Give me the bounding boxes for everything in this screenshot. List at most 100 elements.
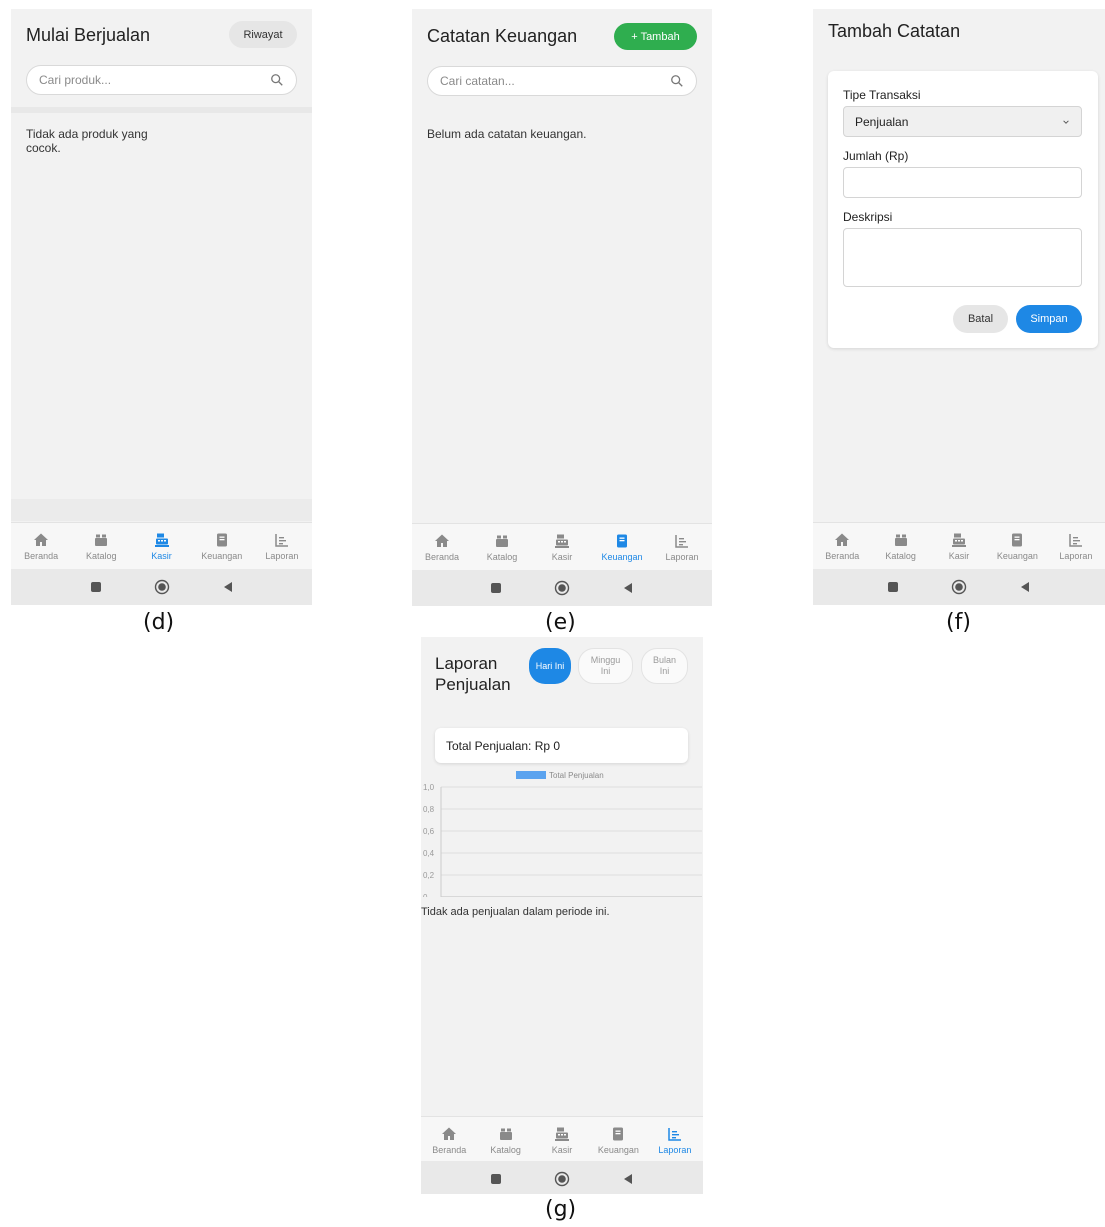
system-nav-bar xyxy=(412,570,712,606)
search-input[interactable]: Cari produk... xyxy=(26,65,297,95)
type-value: Penjualan xyxy=(855,114,909,129)
search-icon xyxy=(671,75,683,87)
nav-item-label: Laporan xyxy=(658,1144,692,1155)
type-label: Tipe Transaksi xyxy=(843,88,921,102)
legend-label: Total Penjualan xyxy=(549,771,604,780)
nav-item-kasir[interactable]: Kasir xyxy=(534,1117,590,1163)
nav-item-laporan[interactable]: Laporan xyxy=(647,1117,703,1163)
y-tick-label: 0,2 xyxy=(423,871,435,880)
home-icon xyxy=(441,1126,457,1145)
nav-item-katalog[interactable]: Katalog xyxy=(71,523,131,569)
home-button-icon[interactable] xyxy=(951,579,967,595)
recent-apps-icon[interactable] xyxy=(887,581,899,593)
y-tick-label: 1,0 xyxy=(423,783,435,792)
recent-apps-icon[interactable] xyxy=(490,1173,502,1185)
cash-register-icon xyxy=(554,533,570,552)
back-icon[interactable] xyxy=(1019,581,1031,593)
form-card: Tipe Transaksi Penjualan Jumlah (Rp) Des… xyxy=(828,71,1098,348)
amount-input[interactable] xyxy=(843,167,1082,198)
nav-item-kasir[interactable]: Kasir xyxy=(532,524,592,570)
search-input[interactable]: Cari catatan... xyxy=(427,66,697,96)
save-button[interactable]: Simpan xyxy=(1016,305,1082,333)
nav-item-beranda[interactable]: Beranda xyxy=(11,523,71,569)
empty-message: Tidak ada penjualan dalam periode ini. xyxy=(421,906,610,918)
nav-item-label: Katalog xyxy=(490,1144,521,1155)
bottom-nav: Beranda Katalog Kasir Keuangan Laporan xyxy=(813,522,1105,569)
nav-item-kasir[interactable]: Kasir xyxy=(131,523,191,569)
page-title: Mulai Berjualan xyxy=(26,25,151,45)
nav-item-beranda[interactable]: Beranda xyxy=(813,523,871,569)
nav-item-label: Katalog xyxy=(486,551,518,562)
description-textarea[interactable] xyxy=(843,228,1082,287)
nav-item-label: Keuangan xyxy=(996,550,1038,561)
caption-g: (g) xyxy=(545,1197,577,1222)
home-button-icon[interactable] xyxy=(554,580,570,596)
caption-d: (d) xyxy=(143,610,175,635)
period-week[interactable]: Minggu Ini xyxy=(578,648,633,684)
cash-register-icon xyxy=(951,532,967,551)
total-card: Total Penjualan: Rp 0 xyxy=(435,728,688,763)
type-select[interactable]: Penjualan xyxy=(843,106,1082,137)
y-tick-label: 0,6 xyxy=(423,827,435,836)
cash-register-icon xyxy=(554,1126,570,1145)
recent-apps-icon[interactable] xyxy=(90,581,102,593)
period-today[interactable]: Hari Ini xyxy=(529,648,571,684)
search-icon xyxy=(271,74,283,86)
nav-item-kasir[interactable]: Kasir xyxy=(930,523,988,569)
nav-item-laporan[interactable]: Laporan xyxy=(1047,523,1105,569)
search-placeholder: Cari produk... xyxy=(39,73,112,87)
page-title: Catatan Keuangan xyxy=(427,26,578,46)
back-icon[interactable] xyxy=(622,1173,634,1185)
nav-item-label: Kasir xyxy=(551,551,573,562)
home-button-icon[interactable] xyxy=(554,1171,570,1187)
amount-label: Jumlah (Rp) xyxy=(843,149,909,163)
nav-item-katalog[interactable]: Katalog xyxy=(472,524,532,570)
box-icon xyxy=(498,1126,514,1145)
bottom-nav: Beranda Katalog Kasir Keuangan Laporan xyxy=(11,522,312,569)
nav-item-label: Laporan xyxy=(665,551,699,562)
y-tick-label: 0,4 xyxy=(423,849,435,858)
nav-item-label: Katalog xyxy=(885,550,916,561)
chart-icon xyxy=(1068,532,1084,551)
nav-item-laporan[interactable]: Laporan xyxy=(252,523,312,569)
nav-item-keuangan[interactable]: Keuangan xyxy=(590,1117,646,1163)
nav-item-laporan[interactable]: Laporan xyxy=(652,524,712,570)
total-sales: Total Penjualan: Rp 0 xyxy=(446,738,561,753)
recent-apps-icon[interactable] xyxy=(490,582,502,594)
nav-item-keuangan[interactable]: Keuangan xyxy=(592,524,652,570)
header-divider xyxy=(11,107,312,113)
back-icon[interactable] xyxy=(222,581,234,593)
home-button-icon[interactable] xyxy=(154,579,170,595)
system-nav-bar xyxy=(11,569,312,605)
caption-f: (f) xyxy=(946,610,971,635)
y-tick-label: 0 xyxy=(423,893,428,897)
chart-icon xyxy=(274,532,290,551)
system-nav-bar xyxy=(421,1161,703,1194)
screen-g: Laporan Penjualan Hari Ini Minggu Ini Bu… xyxy=(421,637,703,1194)
period-month[interactable]: Bulan Ini xyxy=(641,648,688,684)
book-icon xyxy=(1009,532,1025,551)
book-icon xyxy=(214,532,230,551)
cancel-button[interactable]: Batal xyxy=(953,305,1008,333)
chart-icon xyxy=(674,533,690,552)
back-icon[interactable] xyxy=(622,582,634,594)
home-icon xyxy=(33,532,49,551)
screen-f: Tambah Catatan Tipe Transaksi Penjualan … xyxy=(813,9,1105,605)
system-nav-bar xyxy=(813,569,1105,605)
screen-e: Catatan Keuangan + Tambah Cari catatan..… xyxy=(412,9,712,606)
nav-item-label: Beranda xyxy=(825,550,860,561)
screen-d: Mulai Berjualan Riwayat Cari produk... T… xyxy=(11,9,312,605)
box-icon xyxy=(93,532,109,551)
nav-item-label: Keuangan xyxy=(597,1144,639,1155)
page-title: Laporan Penjualan xyxy=(435,654,511,694)
history-button[interactable]: Riwayat xyxy=(229,21,297,48)
nav-item-beranda[interactable]: Beranda xyxy=(412,524,472,570)
nav-item-katalog[interactable]: Katalog xyxy=(871,523,929,569)
nav-item-keuangan[interactable]: Keuangan xyxy=(192,523,252,569)
add-button[interactable]: + Tambah xyxy=(614,23,697,50)
nav-item-label: Kasir xyxy=(151,550,172,561)
nav-item-katalog[interactable]: Katalog xyxy=(477,1117,533,1163)
nav-item-beranda[interactable]: Beranda xyxy=(421,1117,477,1163)
nav-item-label: Keuangan xyxy=(201,550,243,561)
nav-item-keuangan[interactable]: Keuangan xyxy=(988,523,1046,569)
